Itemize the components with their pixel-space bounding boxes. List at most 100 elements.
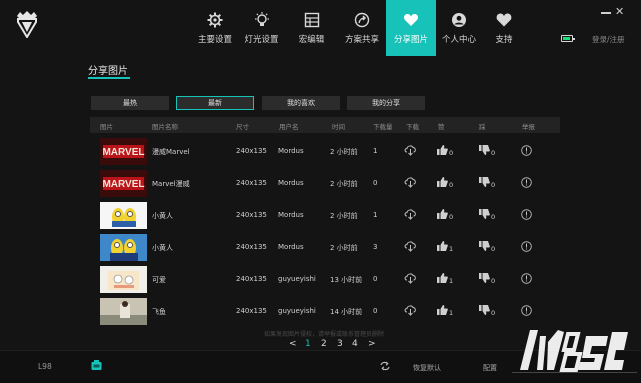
upload-time: 2 小时前 (330, 244, 358, 252)
download-icon[interactable] (404, 176, 417, 190)
like-button[interactable]: 0 (437, 145, 453, 157)
user-name: Mordus (278, 147, 304, 155)
report-icon (521, 273, 532, 284)
config-label[interactable]: 配置 (483, 363, 497, 373)
thumbs-down-icon (479, 305, 490, 315)
table-row: 小黄人 240x135 Mordus 2 小时前 3 1 0 (90, 232, 560, 262)
login-link[interactable]: 登录/注册 (592, 34, 625, 45)
like-button[interactable]: 1 (437, 273, 453, 285)
user-name: guyueyishi (278, 275, 316, 283)
thumbs-down-icon (479, 241, 490, 251)
thumbs-up-icon (437, 145, 448, 155)
nav-personal-center[interactable]: 个人中心 (436, 0, 482, 56)
thumbs-down-icon (479, 145, 490, 155)
report-button[interactable] (521, 273, 532, 286)
dislike-button[interactable]: 0 (479, 145, 495, 157)
header-report: 举报 (522, 123, 535, 131)
dislike-button[interactable]: 0 (479, 305, 495, 317)
like-button[interactable]: 0 (437, 177, 453, 189)
page-3-button[interactable]: 3 (337, 339, 343, 349)
download-icon[interactable] (404, 272, 417, 286)
nav-support[interactable]: 支持 (482, 0, 526, 56)
filter-my-likes-button[interactable]: 我的喜欢 (262, 96, 340, 110)
image-thumbnail[interactable]: MARVEL (100, 170, 147, 197)
like-count: 0 (449, 149, 454, 157)
gear-icon (207, 12, 223, 27)
nav-label: 分享图片 (393, 34, 428, 45)
image-size: 240x135 (236, 275, 267, 283)
header-download-count: 下载量 (373, 123, 393, 131)
download-icon[interactable] (404, 240, 417, 254)
like-button[interactable]: 1 (437, 241, 453, 253)
heart-icon (403, 13, 419, 26)
image-thumbnail[interactable] (100, 202, 147, 229)
dislike-count: 0 (491, 277, 496, 285)
download-icon[interactable] (404, 208, 417, 222)
dislike-button[interactable]: 0 (479, 177, 495, 189)
nav-share-images[interactable]: 分享图片 (386, 0, 436, 56)
report-button[interactable] (521, 241, 532, 254)
table-row: MARVEL Marvel漫威 240x135 Mordus 2 小时前 0 0 0 (90, 168, 560, 198)
thumbs-down-icon (479, 209, 490, 219)
user-name: Mordus (278, 211, 304, 219)
page-next-button[interactable]: > (368, 339, 376, 349)
download-icon[interactable] (404, 144, 417, 158)
dislike-button[interactable]: 0 (479, 241, 495, 253)
like-count: 1 (449, 309, 454, 317)
nav-light-settings[interactable]: 灯光设置 (238, 0, 285, 56)
page-1-button[interactable]: 1 (305, 339, 311, 349)
header-image: 图片 (100, 123, 113, 131)
upload-time: 14 小时前 (330, 308, 363, 316)
report-icon (521, 177, 532, 188)
image-thumbnail[interactable]: MARVEL (100, 138, 147, 165)
like-count: 1 (449, 277, 454, 285)
user-name: Mordus (278, 179, 304, 187)
report-icon (521, 209, 532, 220)
download-count: 3 (373, 243, 378, 251)
reset-default-button[interactable]: 恢复默认 (413, 363, 441, 373)
image-thumbnail[interactable] (100, 298, 147, 325)
download-count: 0 (373, 275, 378, 283)
page-prev-button[interactable]: < (289, 339, 297, 349)
report-button[interactable] (521, 305, 532, 318)
image-name: 小黄人 (152, 244, 173, 252)
nav-main-settings[interactable]: 主要设置 (192, 0, 238, 56)
nav-scheme-share[interactable]: 方案共享 (338, 0, 386, 56)
upload-time: 2 小时前 (330, 212, 358, 220)
minimize-button[interactable] (601, 12, 611, 14)
dislike-button[interactable]: 0 (479, 209, 495, 221)
dislike-count: 0 (491, 213, 496, 221)
download-count: 0 (373, 179, 378, 187)
thumbs-up-icon (437, 273, 448, 283)
like-count: 0 (449, 213, 454, 221)
report-icon (521, 305, 532, 316)
share-icon (354, 12, 370, 27)
close-button[interactable]: ✕ (615, 5, 624, 19)
image-name: 飞鱼 (152, 308, 166, 316)
device-icon[interactable] (91, 360, 102, 371)
app-logo (17, 11, 37, 38)
thumbs-up-icon (437, 177, 448, 187)
filter-hot-button[interactable]: 最热 (91, 96, 169, 110)
report-button[interactable] (521, 145, 532, 158)
report-button[interactable] (521, 209, 532, 222)
download-icon[interactable] (404, 304, 417, 318)
page-4-button[interactable]: 4 (352, 339, 358, 349)
download-count: 1 (373, 211, 378, 219)
report-icon (521, 145, 532, 156)
image-name: 小黄人 (152, 212, 173, 220)
page-2-button[interactable]: 2 (321, 339, 327, 349)
filter-my-shares-button[interactable]: 我的分享 (347, 96, 425, 110)
dislike-count: 0 (491, 181, 496, 189)
like-button[interactable]: 1 (437, 305, 453, 317)
image-thumbnail[interactable] (100, 266, 147, 293)
filter-newest-button[interactable]: 最新 (176, 96, 254, 110)
user-icon (452, 12, 466, 27)
like-button[interactable]: 0 (437, 209, 453, 221)
dislike-button[interactable]: 0 (479, 273, 495, 285)
image-name: Marvel漫威 (152, 180, 190, 188)
image-thumbnail[interactable] (100, 234, 147, 261)
reset-icon[interactable] (380, 361, 390, 371)
nav-macro-edit[interactable]: 宏编辑 (285, 0, 338, 56)
report-button[interactable] (521, 177, 532, 190)
